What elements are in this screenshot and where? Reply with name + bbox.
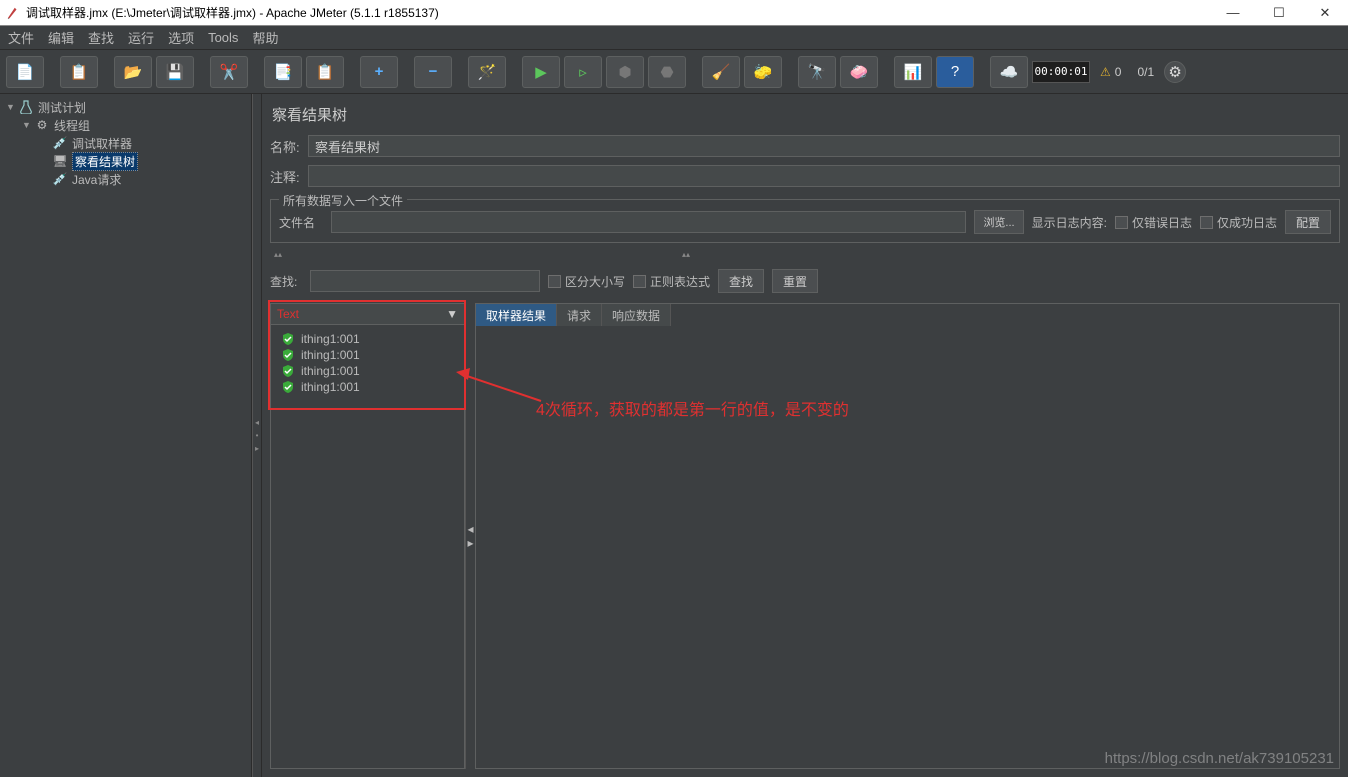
menu-search[interactable]: 查找	[88, 28, 114, 47]
copy-button[interactable]: 📑	[264, 56, 302, 88]
tree-debug-sampler[interactable]: 💉 调试取样器	[0, 134, 251, 152]
tab-content: 4次循环，获取的都是第一行的值，是不变的	[476, 326, 1339, 768]
filename-label: 文件名	[279, 214, 323, 231]
config-button[interactable]: 配置	[1285, 210, 1331, 234]
error-only-checkbox[interactable]: 仅错误日志	[1115, 214, 1192, 231]
function-helper-button[interactable]: 📊	[894, 56, 932, 88]
clear-all-button[interactable]: 🧽	[744, 56, 782, 88]
name-label: 名称:	[270, 137, 302, 156]
menu-tools[interactable]: Tools	[208, 30, 238, 45]
menu-edit[interactable]: 编辑	[48, 28, 74, 47]
open-button[interactable]: 📂	[114, 56, 152, 88]
warning-count: ⚠0	[1100, 65, 1121, 79]
paste-button[interactable]: 📋	[306, 56, 344, 88]
dropper-icon: 💉	[52, 135, 68, 151]
stop-button[interactable]: ⬢	[606, 56, 644, 88]
result-item[interactable]: ithing1:001	[273, 363, 462, 379]
tree-root[interactable]: ▼ 测试计划	[0, 98, 251, 116]
tab-response[interactable]: 响应数据	[602, 304, 671, 326]
result-item[interactable]: ithing1:001	[273, 379, 462, 395]
menu-options[interactable]: 选项	[168, 28, 194, 47]
toolbar: 📄 📋 📂 💾 ✂️ 📑 📋 + − 🪄 ▶ ▹ ⬢ ⬣ 🧹 🧽 🔭 🧼 📊 ?…	[0, 50, 1348, 94]
start-button[interactable]: ▶	[522, 56, 560, 88]
close-button[interactable]: ✕	[1302, 0, 1348, 26]
fieldset-legend: 所有数据写入一个文件	[279, 192, 407, 209]
minimize-button[interactable]: —	[1210, 0, 1256, 26]
dropper-icon: 💉	[52, 171, 68, 187]
search-label: 查找:	[270, 273, 302, 290]
content-panel: 察看结果树 名称: 注释: 所有数据写入一个文件 文件名 浏览... 显示日志内…	[262, 94, 1348, 777]
window-title: 调试取样器.jmx (E:\Jmeter\调试取样器.jmx) - Apache…	[26, 4, 1210, 21]
monitor-icon: 🖥	[52, 153, 68, 169]
filename-input[interactable]	[331, 211, 966, 233]
tree-thread-group[interactable]: ▼ ⚙ 线程组	[0, 116, 251, 134]
reset-search-button[interactable]: 🧼	[840, 56, 878, 88]
comment-label: 注释:	[270, 167, 302, 186]
maximize-button[interactable]: ☐	[1256, 0, 1302, 26]
result-tabs: 取样器结果 请求 响应数据	[476, 304, 1339, 326]
results-list[interactable]: ithing1:001ithing1:001ithing1:001ithing1…	[270, 325, 465, 769]
thread-count: 0/1	[1137, 65, 1154, 79]
log-label: 显示日志内容:	[1032, 214, 1107, 231]
menubar: 文件 编辑 查找 运行 选项 Tools 帮助	[0, 26, 1348, 50]
gear-button[interactable]: ⚙	[1164, 61, 1186, 83]
cloud-button[interactable]: ☁️	[990, 56, 1028, 88]
remove-button[interactable]: −	[414, 56, 452, 88]
start-notimer-button[interactable]: ▹	[564, 56, 602, 88]
menu-run[interactable]: 运行	[128, 28, 154, 47]
chevron-down-icon: ▼	[446, 307, 458, 321]
case-checkbox[interactable]: 区分大小写	[548, 273, 625, 290]
regex-checkbox[interactable]: 正则表达式	[633, 273, 710, 290]
clear-button[interactable]: 🧹	[702, 56, 740, 88]
window-buttons: — ☐ ✕	[1210, 0, 1348, 26]
menu-file[interactable]: 文件	[8, 28, 34, 47]
timer-display: 00:00:01	[1032, 61, 1090, 83]
name-input[interactable]	[308, 135, 1340, 157]
result-item[interactable]: ithing1:001	[273, 331, 462, 347]
templates-button[interactable]: 📋	[60, 56, 98, 88]
save-button[interactable]: 💾	[156, 56, 194, 88]
flask-icon	[18, 99, 34, 115]
reset-button[interactable]: 重置	[772, 269, 818, 293]
tab-request[interactable]: 请求	[557, 304, 602, 326]
tree-results-tree[interactable]: 🖥 察看结果树	[0, 152, 251, 170]
test-plan-tree: ▼ 测试计划 ▼ ⚙ 线程组 💉 调试取样器 🖥 察看结果树 💉 Java请求	[0, 94, 252, 777]
watermark: https://blog.csdn.net/ak739105231	[1105, 750, 1334, 767]
cut-button[interactable]: ✂️	[210, 56, 248, 88]
file-fieldset: 所有数据写入一个文件 文件名 浏览... 显示日志内容: 仅错误日志 仅成功日志…	[270, 199, 1340, 243]
menu-help[interactable]: 帮助	[252, 28, 278, 47]
app-icon	[6, 6, 20, 20]
search-input[interactable]	[310, 270, 540, 292]
vertical-splitter[interactable]: ◂•▸	[252, 94, 262, 777]
collapse-bar[interactable]: ▴▴▴▴	[270, 249, 1340, 259]
comment-input[interactable]	[308, 165, 1340, 187]
shutdown-button[interactable]: ⬣	[648, 56, 686, 88]
annotation-text: 4次循环，获取的都是第一行的值，是不变的	[536, 396, 849, 420]
help-button[interactable]: ?	[936, 56, 974, 88]
tab-sampler-result[interactable]: 取样器结果	[476, 304, 557, 326]
panel-title: 察看结果树	[270, 98, 1340, 133]
result-item[interactable]: ithing1:001	[273, 347, 462, 363]
annotation-arrow	[456, 366, 546, 406]
wand-button[interactable]: 🪄	[468, 56, 506, 88]
tree-java-request[interactable]: 💉 Java请求	[0, 170, 251, 188]
gear-icon: ⚙	[34, 117, 50, 133]
find-button[interactable]: 🔭	[798, 56, 836, 88]
success-only-checkbox[interactable]: 仅成功日志	[1200, 214, 1277, 231]
new-button[interactable]: 📄	[6, 56, 44, 88]
titlebar: 调试取样器.jmx (E:\Jmeter\调试取样器.jmx) - Apache…	[0, 0, 1348, 26]
browse-button[interactable]: 浏览...	[974, 210, 1023, 234]
search-button[interactable]: 查找	[718, 269, 764, 293]
add-button[interactable]: +	[360, 56, 398, 88]
renderer-dropdown[interactable]: Text ▼	[270, 303, 465, 325]
